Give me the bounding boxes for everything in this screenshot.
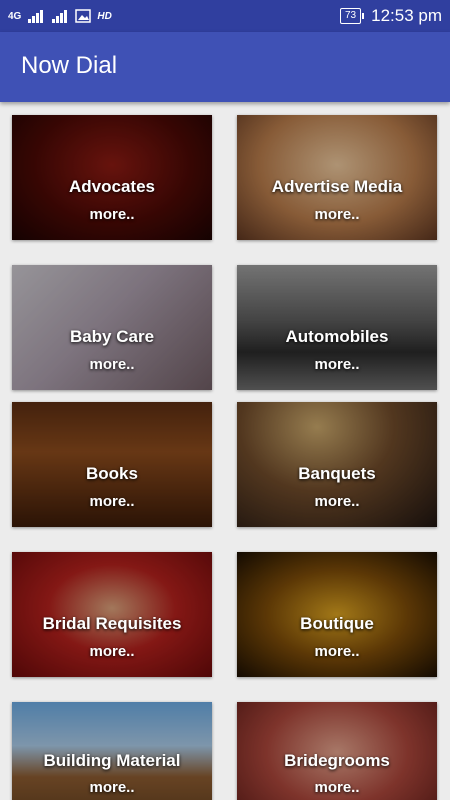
- category-card-bridegrooms[interactable]: Bridegrooms more..: [237, 702, 437, 800]
- category-name: Advertise Media: [271, 177, 403, 196]
- category-card-banquets[interactable]: Banquets more..: [237, 402, 437, 527]
- app-bar: Now Dial: [0, 32, 450, 102]
- category-name: Banquets: [298, 464, 376, 483]
- category-card-building-material[interactable]: Building Material more..: [12, 702, 212, 800]
- category-name: Bridegrooms: [284, 751, 390, 770]
- category-card-baby-care[interactable]: Baby Care more..: [12, 265, 212, 390]
- category-card-advertise-media[interactable]: Advertise Media more..: [237, 115, 437, 240]
- category-name: Automobiles: [285, 327, 389, 346]
- category-name: Baby Care: [69, 327, 155, 346]
- more-link[interactable]: more..: [237, 643, 437, 660]
- image-icon: [75, 9, 92, 23]
- more-link[interactable]: more..: [12, 643, 212, 660]
- more-link[interactable]: more..: [237, 356, 437, 373]
- category-card-bridal-requisites[interactable]: Bridal Requisites more..: [12, 552, 212, 677]
- status-right: 73 12:53 pm: [339, 4, 442, 28]
- more-link[interactable]: more..: [12, 356, 212, 373]
- category-name: Advocates: [69, 177, 155, 196]
- more-link[interactable]: more..: [12, 493, 212, 510]
- category-card-books[interactable]: Books more..: [12, 402, 212, 527]
- signal-icon: [28, 10, 44, 23]
- status-bar: 4G HD 73 12:53 pm: [0, 0, 450, 32]
- category-name: Building Material: [43, 751, 181, 770]
- clock: 12:53 pm: [371, 6, 442, 25]
- category-name: Books: [86, 464, 138, 483]
- status-left: 4G HD: [8, 6, 112, 26]
- more-link[interactable]: more..: [237, 779, 437, 796]
- app-title: Now Dial: [21, 52, 118, 79]
- more-link[interactable]: more..: [237, 493, 437, 510]
- category-name: Boutique: [300, 614, 374, 633]
- more-link[interactable]: more..: [12, 206, 212, 223]
- more-link[interactable]: more..: [12, 779, 212, 796]
- battery-icon: 73: [339, 8, 365, 24]
- more-link[interactable]: more..: [237, 206, 437, 223]
- category-name: Bridal Requisites: [42, 614, 182, 633]
- category-card-boutique[interactable]: Boutique more..: [237, 552, 437, 677]
- category-grid[interactable]: Advocates more.. Advertise Media more.. …: [0, 102, 450, 800]
- category-card-automobiles[interactable]: Automobiles more..: [237, 265, 437, 390]
- hd-indicator: HD: [97, 10, 112, 22]
- network-type: 4G: [8, 10, 22, 22]
- category-card-advocates[interactable]: Advocates more..: [12, 115, 212, 240]
- signal-icon-2: [52, 10, 68, 23]
